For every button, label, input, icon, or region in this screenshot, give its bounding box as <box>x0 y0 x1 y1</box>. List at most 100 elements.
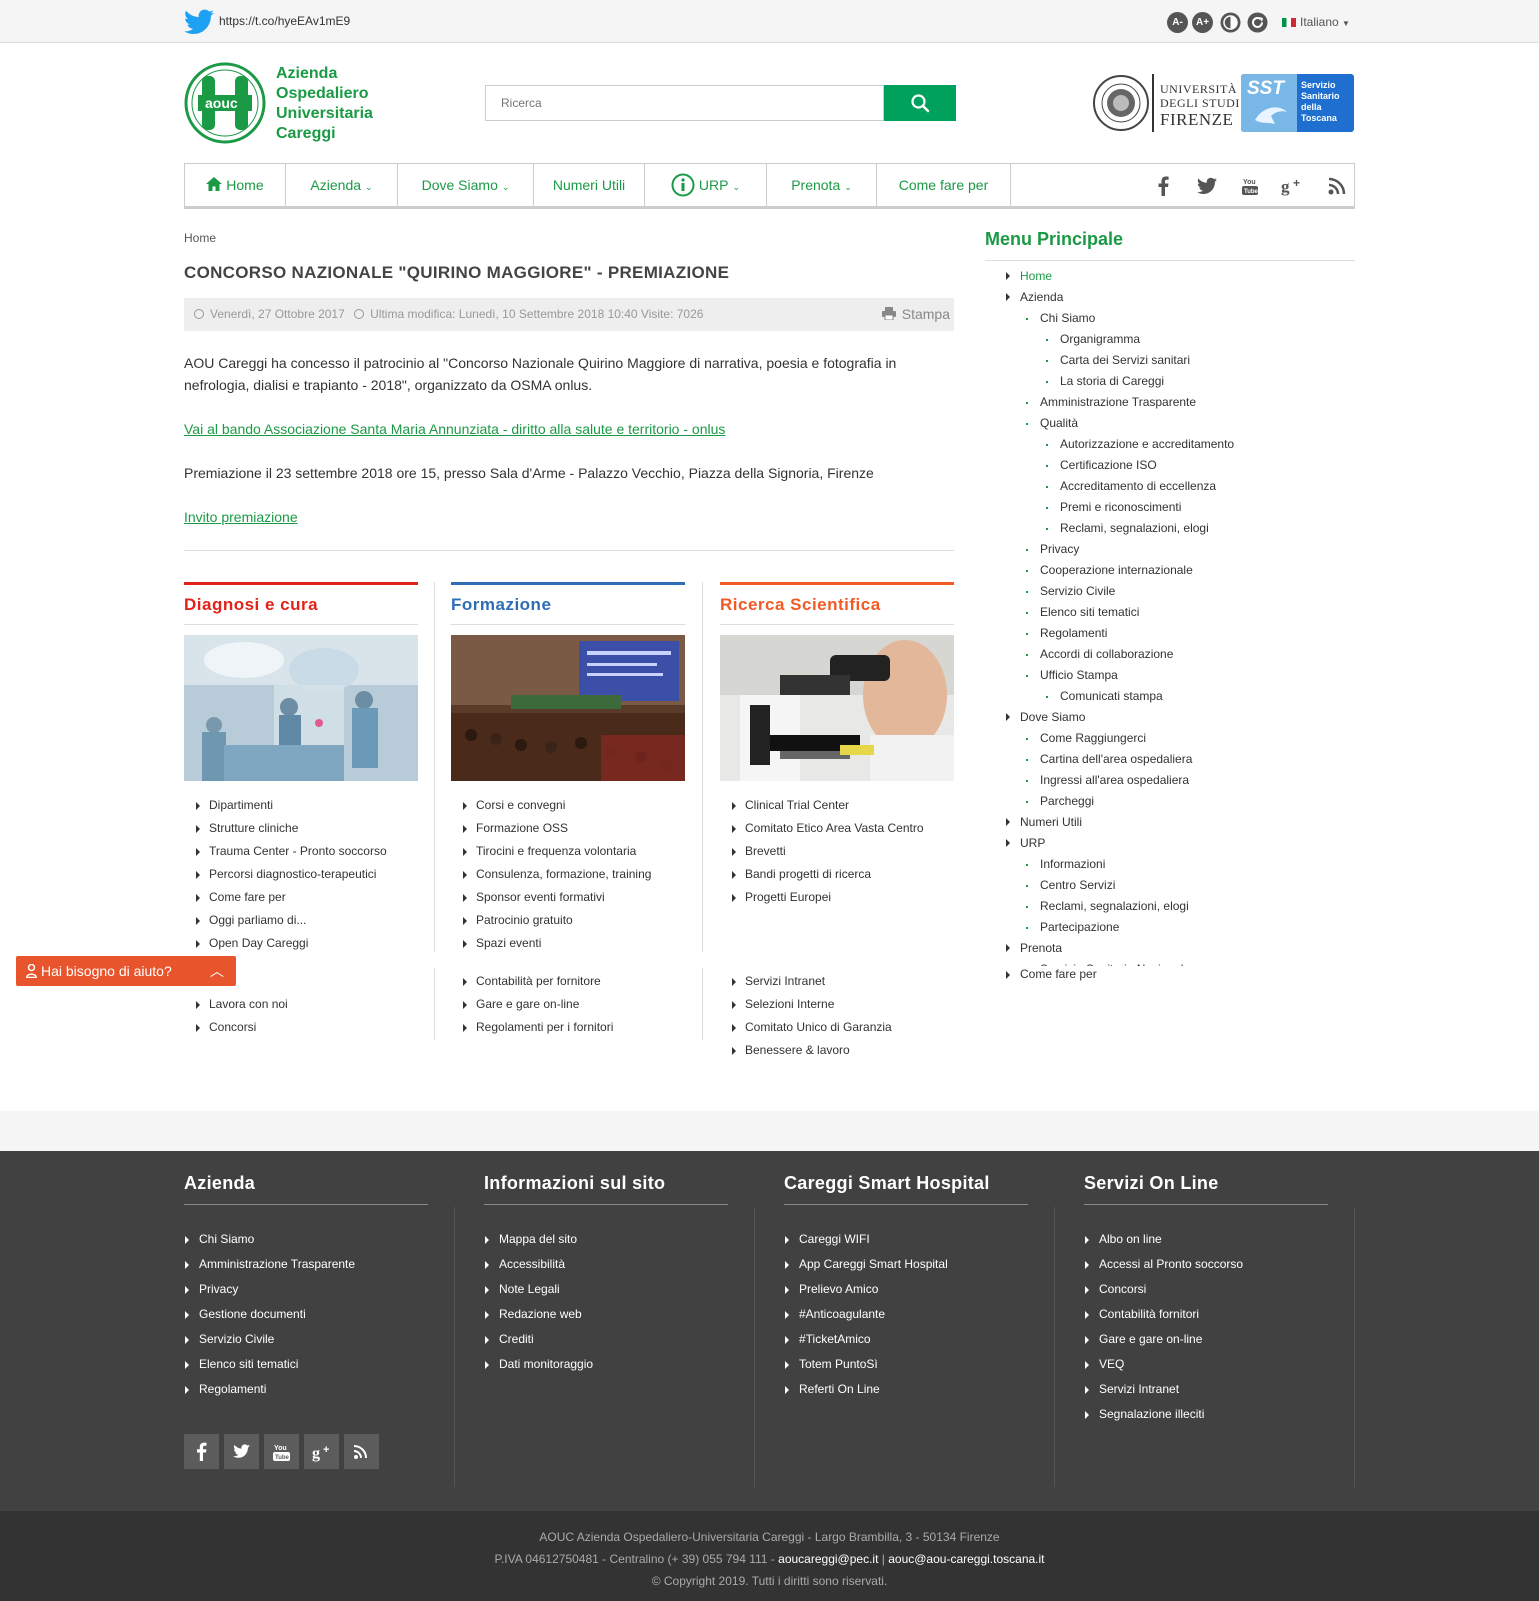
footer-link[interactable]: Prelievo Amico <box>784 1277 1028 1302</box>
sidebar-item[interactable]: Come Raggiungerci <box>985 728 1355 749</box>
twitter-icon[interactable] <box>184 9 214 35</box>
sidebar-item[interactable]: Accreditamento di eccellenza <box>985 476 1355 497</box>
sidebar-item[interactable]: URP <box>985 833 1355 854</box>
footer-link[interactable]: Referti On Line <box>784 1377 1028 1402</box>
sidebar-item[interactable]: Centro Servizi <box>985 875 1355 896</box>
sst-logo[interactable]: SST Servizio Sanitario della Toscana <box>1241 74 1354 132</box>
list-item[interactable]: Comitato Unico di Garanzia <box>720 1016 954 1039</box>
font-increase-button[interactable]: A+ <box>1192 12 1213 33</box>
footer-link[interactable]: VEQ <box>1084 1352 1328 1377</box>
footer-link[interactable]: App Careggi Smart Hospital <box>784 1252 1028 1277</box>
youtube-icon[interactable]: You Tube <box>1240 176 1260 196</box>
sidebar-item[interactable]: Organigramma <box>985 329 1355 350</box>
list-item[interactable]: Benessere & lavoro <box>720 1039 954 1062</box>
help-bar[interactable]: Hai bisogno di aiuto? ︿ <box>16 956 236 986</box>
sidebar-item[interactable]: Regolamenti <box>985 623 1355 644</box>
nav-urp[interactable]: URP ⌄ <box>645 164 767 207</box>
pec-link[interactable]: aoucareggi@pec.it <box>778 1552 878 1566</box>
footer-link[interactable]: Dati monitoraggio <box>484 1352 728 1377</box>
sidebar-item[interactable]: Cartina dell'area ospedaliera <box>985 749 1355 770</box>
font-decrease-button[interactable]: A- <box>1167 12 1188 33</box>
footer-link[interactable]: Redazione web <box>484 1302 728 1327</box>
sidebar-item[interactable]: Qualità <box>985 413 1355 434</box>
university-seal-icon[interactable] <box>1092 74 1150 132</box>
sidebar-item[interactable]: Azienda <box>985 287 1355 308</box>
twitter-link[interactable]: https://t.co/hyeEAv1mE9 <box>219 14 350 28</box>
list-item[interactable]: Contabilità per fornitore <box>451 970 685 993</box>
nav-come-fare-per[interactable]: Come fare per <box>877 164 1011 207</box>
list-item[interactable]: Tirocini e frequenza volontaria <box>451 840 685 863</box>
sidebar-item[interactable]: La storia di Careggi <box>985 371 1355 392</box>
list-item[interactable]: Comitato Etico Area Vasta Centro <box>720 817 954 840</box>
sidebar-item[interactable]: Prenota <box>985 938 1355 959</box>
language-selector[interactable]: Italiano ▼ <box>1282 15 1350 29</box>
surgery-image[interactable] <box>184 635 418 781</box>
list-item[interactable]: Concorsi <box>184 1016 418 1039</box>
footer-google-plus-icon[interactable]: g + <box>304 1434 339 1469</box>
footer-link[interactable]: Elenco siti tematici <box>184 1352 428 1377</box>
breadcrumb[interactable]: Home <box>184 231 216 245</box>
list-item[interactable]: Dipartimenti <box>184 794 418 817</box>
footer-link[interactable]: Servizio Civile <box>184 1327 428 1352</box>
footer-link[interactable]: Regolamenti <box>184 1377 428 1402</box>
sidebar-item[interactable]: Dove Siamo <box>985 707 1355 728</box>
sidebar-item[interactable]: Home <box>985 266 1355 287</box>
nav-home[interactable]: Home <box>185 164 286 207</box>
email-link[interactable]: aouc@aou-careggi.toscana.it <box>888 1552 1044 1566</box>
list-item[interactable]: Regolamenti per i fornitori <box>451 1016 685 1039</box>
sidebar-item[interactable]: Certificazione ISO <box>985 455 1355 476</box>
sidebar-item[interactable]: Privacy <box>985 539 1355 560</box>
sidebar-item[interactable]: Autorizzazione e accreditamento <box>985 434 1355 455</box>
column-title[interactable]: Formazione <box>451 585 685 625</box>
footer-link[interactable]: Gare e gare on-line <box>1084 1327 1328 1352</box>
sidebar-item[interactable]: Premi e riconoscimenti <box>985 497 1355 518</box>
list-item[interactable]: Sponsor eventi formativi <box>451 886 685 909</box>
list-item[interactable]: Patrocinio gratuito <box>451 909 685 932</box>
sidebar-item[interactable]: Partecipazione <box>985 917 1355 938</box>
search-input[interactable] <box>485 85 884 121</box>
sidebar-item[interactable]: Ufficio Stampa <box>985 665 1355 686</box>
list-item[interactable]: Formazione OSS <box>451 817 685 840</box>
sidebar-item[interactable]: Cooperazione internazionale <box>985 560 1355 581</box>
footer-link[interactable]: Amministrazione Trasparente <box>184 1252 428 1277</box>
list-item[interactable]: Lavora con noi <box>184 993 418 1016</box>
footer-link[interactable]: Accessibilità <box>484 1252 728 1277</box>
microscope-image[interactable] <box>720 635 954 781</box>
footer-facebook-icon[interactable] <box>184 1434 219 1469</box>
sidebar-item[interactable]: Numeri Utili <box>985 812 1355 833</box>
sidebar-item[interactable]: Accordi di collaborazione <box>985 644 1355 665</box>
university-name[interactable]: UNIVERSITÀ DEGLI STUDI FIRENZE <box>1160 82 1240 130</box>
footer-twitter-icon[interactable] <box>224 1434 259 1469</box>
footer-link[interactable]: Note Legali <box>484 1277 728 1302</box>
bando-link[interactable]: Vai al bando Associazione Santa Maria An… <box>184 421 725 437</box>
footer-link[interactable]: Gestione documenti <box>184 1302 428 1327</box>
footer-link[interactable]: Chi Siamo <box>184 1227 428 1252</box>
footer-link[interactable]: Accessi al Pronto soccorso <box>1084 1252 1328 1277</box>
reset-icon[interactable] <box>1247 12 1268 33</box>
invito-link[interactable]: Invito premiazione <box>184 509 298 525</box>
sidebar-item[interactable]: Informazioni <box>985 854 1355 875</box>
sidebar-item[interactable]: Parcheggi <box>985 791 1355 812</box>
sidebar-item[interactable]: Carta dei Servizi sanitari <box>985 350 1355 371</box>
sidebar-item[interactable]: Reclami, segnalazioni, elogi <box>985 896 1355 917</box>
list-item[interactable]: Gare e gare on-line <box>451 993 685 1016</box>
list-item[interactable]: Open Day Careggi <box>184 932 418 955</box>
sidebar-item[interactable]: Elenco siti tematici <box>985 602 1355 623</box>
sidebar-item-come-fare-per[interactable]: Come fare per <box>1020 967 1097 981</box>
column-title[interactable]: Ricerca Scientifica <box>720 585 954 625</box>
footer-link[interactable]: Segnalazione illeciti <box>1084 1402 1328 1427</box>
nav-numeri-utili[interactable]: Numeri Utili <box>534 164 645 207</box>
chevron-up-icon[interactable]: ︿ <box>210 956 224 986</box>
sidebar-item[interactable]: Chi Siamo <box>985 308 1355 329</box>
list-item[interactable]: Come fare per <box>184 886 418 909</box>
footer-link[interactable]: #Anticoagulante <box>784 1302 1028 1327</box>
sidebar-item[interactable]: Ingressi all'area ospedaliera <box>985 770 1355 791</box>
sidebar-item[interactable]: Amministrazione Trasparente <box>985 392 1355 413</box>
twitter-icon[interactable] <box>1197 176 1217 196</box>
footer-link[interactable]: Concorsi <box>1084 1277 1328 1302</box>
contrast-icon[interactable] <box>1220 12 1241 33</box>
sidebar-item[interactable]: Comunicati stampa <box>985 686 1355 707</box>
footer-link[interactable]: Servizi Intranet <box>1084 1377 1328 1402</box>
nav-prenota[interactable]: Prenota ⌄ <box>767 164 877 207</box>
list-item[interactable]: Strutture cliniche <box>184 817 418 840</box>
